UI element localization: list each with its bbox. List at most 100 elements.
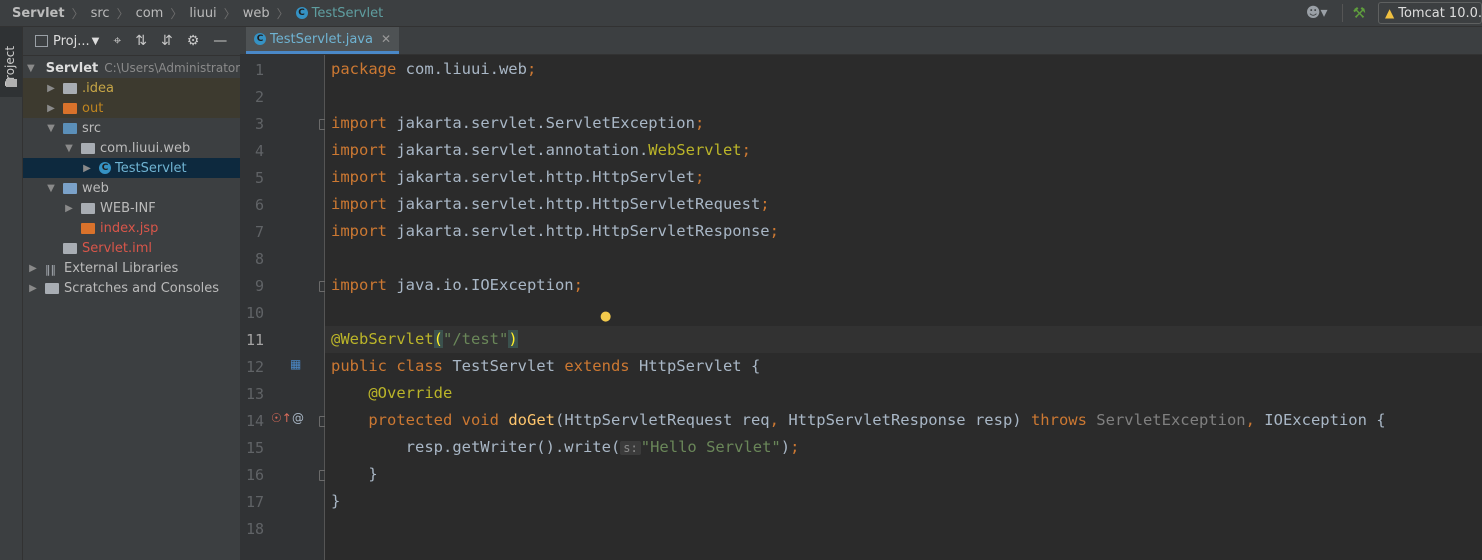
tomcat-icon: ▲ [1385,6,1395,20]
user-icon[interactable]: ☻▾ [1306,5,1328,21]
breadcrumb-separator: 〉 [170,6,183,21]
code-line[interactable]: @Override [331,384,452,402]
at-sign-icon[interactable]: @ [292,411,304,425]
chevron-right-icon[interactable]: ▶ [81,163,93,174]
minimize-icon[interactable]: — [213,33,227,49]
code-line[interactable]: @WebServlet("/test") [331,330,518,348]
editor-tab[interactable]: C TestServlet.java ✕ [246,27,400,54]
code-line[interactable]: } [331,492,340,510]
line-number: 14 [245,412,264,430]
intention-bulb-icon[interactable]: ● [600,309,611,324]
tree-row-indexjsp[interactable]: index.jsp [23,218,240,238]
chevron-right-icon[interactable]: ▶ [27,283,39,294]
chevron-down-icon: ▼ [91,35,100,47]
project-view-dropdown[interactable]: Proj... ▼ [35,34,99,49]
class-icon: C [254,33,266,45]
tree-row-external-libraries[interactable]: ▶ ‖‖ External Libraries [23,258,240,278]
line-number: 1 [254,61,264,79]
code-line[interactable]: package com.liuui.web; [331,60,536,78]
collapse-all-icon[interactable]: ⇵ [161,33,173,49]
tree-row-servlet[interactable]: ▼ Servlet C:\Users\Administrator [23,58,240,78]
code-line[interactable]: import java.io.IOException; [331,276,583,294]
tree-row-out[interactable]: ▶ out [23,98,240,118]
line-number: 8 [254,250,264,268]
breadcrumb-item[interactable]: com [136,6,164,21]
web-servlet-gutter-icon[interactable]: ▦ [290,357,301,371]
tree-label: web [82,180,109,196]
folder-icon [63,82,77,94]
chevron-right-icon[interactable]: ▶ [45,103,57,114]
line-number: 4 [254,142,264,160]
web-folder-icon [63,182,77,194]
expand-all-icon[interactable]: ⇅ [135,33,147,49]
chevron-down-icon[interactable]: ▼ [27,63,35,74]
tree-row-scratches[interactable]: ▶ Scratches and Consoles [23,278,240,298]
toolbar-divider [1341,4,1343,22]
tree-row-idea[interactable]: ▶ .idea [23,78,240,98]
run-configuration-selector[interactable]: ▲ Tomcat 10.0.27 [1378,2,1482,24]
chevron-down-icon[interactable]: ▼ [45,123,57,134]
code-line[interactable]: import jakarta.servlet.http.HttpServletR… [331,222,779,240]
locate-crosshair-icon[interactable]: ⌖ [113,33,121,49]
override-method-icon[interactable]: ☉↑ [271,411,292,425]
breadcrumb-separator: 〉 [223,6,236,21]
code-line[interactable]: protected void doGet(HttpServletRequest … [331,411,1385,429]
line-number: 9 [254,277,264,295]
project-tree: ▼ Servlet C:\Users\Administrator ▶ .idea… [23,56,240,298]
line-number: 15 [245,439,264,457]
breadcrumb-item-current[interactable]: TestServlet [312,6,384,21]
tree-row-web[interactable]: ▼ web [23,178,240,198]
code-line[interactable]: import jakarta.servlet.http.HttpServlet; [331,168,704,186]
tree-label: Scratches and Consoles [64,280,220,296]
project-tool-tab[interactable]: Project [0,27,22,97]
folder-icon [6,79,17,87]
tree-label: out [82,100,104,116]
close-icon[interactable]: ✕ [381,32,391,46]
project-panel-toolbar: Proj... ▼ ⌖ ⇅ ⇵ ⚙ — [23,27,240,56]
iml-file-icon [63,242,77,254]
code-line[interactable]: import jakarta.servlet.annotation.WebSer… [331,141,751,159]
project-panel: Proj... ▼ ⌖ ⇅ ⇵ ⚙ — ▼ Servlet C:\Users\A… [23,27,240,560]
project-view-label: Proj... [53,33,90,49]
gear-icon[interactable]: ⚙ [187,33,200,49]
code-line[interactable]: } [331,465,377,483]
breadcrumb-item[interactable]: liuui [189,6,216,21]
tree-row-src[interactable]: ▼ src [23,118,240,138]
chevron-right-icon[interactable]: ▶ [45,83,57,94]
chevron-down-icon[interactable]: ▼ [45,183,57,194]
tree-path: C:\Users\Administrator [104,61,241,75]
jsp-file-icon [81,222,95,234]
tree-label: com.liuui.web [100,140,191,156]
line-number: 10 [245,304,264,322]
code-editor[interactable]: package com.liuui.web; import jakarta.se… [325,55,1482,560]
breadcrumb-item[interactable]: Servlet [12,6,65,21]
breadcrumb-separator: 〉 [116,6,129,21]
package-icon [81,142,95,154]
line-number: 6 [254,196,264,214]
code-line[interactable]: import jakarta.servlet.http.HttpServletR… [331,195,770,213]
folder-icon [81,202,95,214]
line-number: 13 [245,385,264,403]
code-line[interactable]: public class TestServlet extends HttpSer… [331,357,760,375]
navigation-bar: Servlet 〉 src 〉 com 〉 liuui 〉 web 〉 C Te… [0,0,1482,27]
breadcrumb-item[interactable]: web [243,6,270,21]
line-number: 3 [254,115,264,133]
tree-row-iml[interactable]: Servlet.iml [23,238,240,258]
tree-row-webinf[interactable]: ▶ WEB-INF [23,198,240,218]
editor-gutter: 1 2 3 4 5 6 7 8 9 10 11 12 13 14 15 16 1… [240,55,325,560]
tree-label: WEB-INF [100,200,156,216]
tree-row-package[interactable]: ▼ com.liuui.web [23,138,240,158]
breadcrumb-item[interactable]: src [91,6,110,21]
line-number: 5 [254,169,264,187]
build-hammer-icon[interactable]: ⚒ [1353,4,1366,22]
tree-label: Servlet [45,60,99,76]
tree-row-testservlet[interactable]: ▶ C TestServlet [23,158,240,178]
chevron-right-icon[interactable]: ▶ [27,263,39,274]
chevron-down-icon[interactable]: ▼ [63,143,75,154]
code-line[interactable]: resp.getWriter().write(s: "Hello Servlet"… [331,438,800,456]
code-line[interactable]: import jakarta.servlet.ServletException; [331,114,704,132]
tree-label: TestServlet [115,160,187,176]
line-number: 16 [245,466,264,484]
tree-label: External Libraries [64,260,179,276]
chevron-right-icon[interactable]: ▶ [63,203,75,214]
